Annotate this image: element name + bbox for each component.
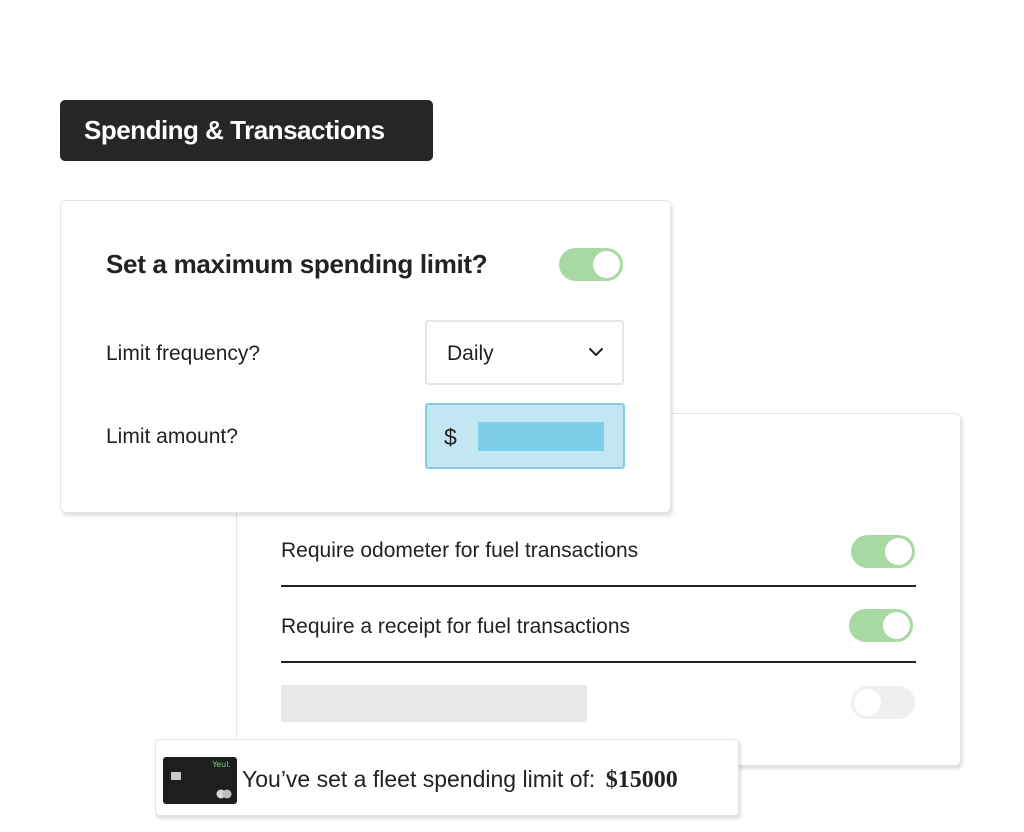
limit-frequency-value: Daily xyxy=(447,342,494,365)
spending-limit-toggle[interactable] xyxy=(559,248,623,281)
card-brand-logo: Yeul. xyxy=(212,760,231,769)
odometer-rule-label: Require odometer for fuel transactions xyxy=(281,539,639,562)
receipt-rule-toggle[interactable] xyxy=(849,609,913,642)
receipt-rule-label: Require a receipt for fuel transactions xyxy=(281,615,631,638)
odometer-rule-toggle[interactable] xyxy=(851,535,915,568)
toggle-knob xyxy=(854,689,881,716)
toggle-knob xyxy=(883,612,910,639)
placeholder-rule-toggle[interactable] xyxy=(851,686,915,719)
limit-amount-input[interactable]: $ xyxy=(425,403,625,469)
toggle-knob xyxy=(885,538,912,565)
currency-symbol: $ xyxy=(444,424,457,450)
section-title: Spending & Transactions xyxy=(60,100,433,161)
card-chip-icon xyxy=(171,772,181,780)
notice-amount: $15000 xyxy=(605,767,678,793)
toggle-knob xyxy=(593,251,620,278)
amount-input-highlight xyxy=(478,422,604,451)
notice-text: You’ve set a fleet spending limit of: xyxy=(242,766,596,792)
card-network-icon xyxy=(216,789,232,799)
notice-message: You’ve set a fleet spending limit of: $1… xyxy=(242,766,678,794)
spending-limit-title: Set a maximum spending limit? xyxy=(106,249,488,279)
chevron-down-icon xyxy=(589,348,603,356)
rule-divider xyxy=(281,585,916,587)
placeholder-rule-label xyxy=(281,685,587,722)
spending-limit-card: Set a maximum spending limit? Limit freq… xyxy=(60,200,671,513)
rule-divider xyxy=(281,661,916,663)
spending-limit-notice: Yeul. You’ve set a fleet spending limit … xyxy=(155,739,739,816)
limit-frequency-select[interactable]: Daily xyxy=(425,320,624,385)
fleet-card-image: Yeul. xyxy=(163,757,237,804)
limit-frequency-label: Limit frequency? xyxy=(106,342,261,365)
limit-amount-label: Limit amount? xyxy=(106,425,238,448)
